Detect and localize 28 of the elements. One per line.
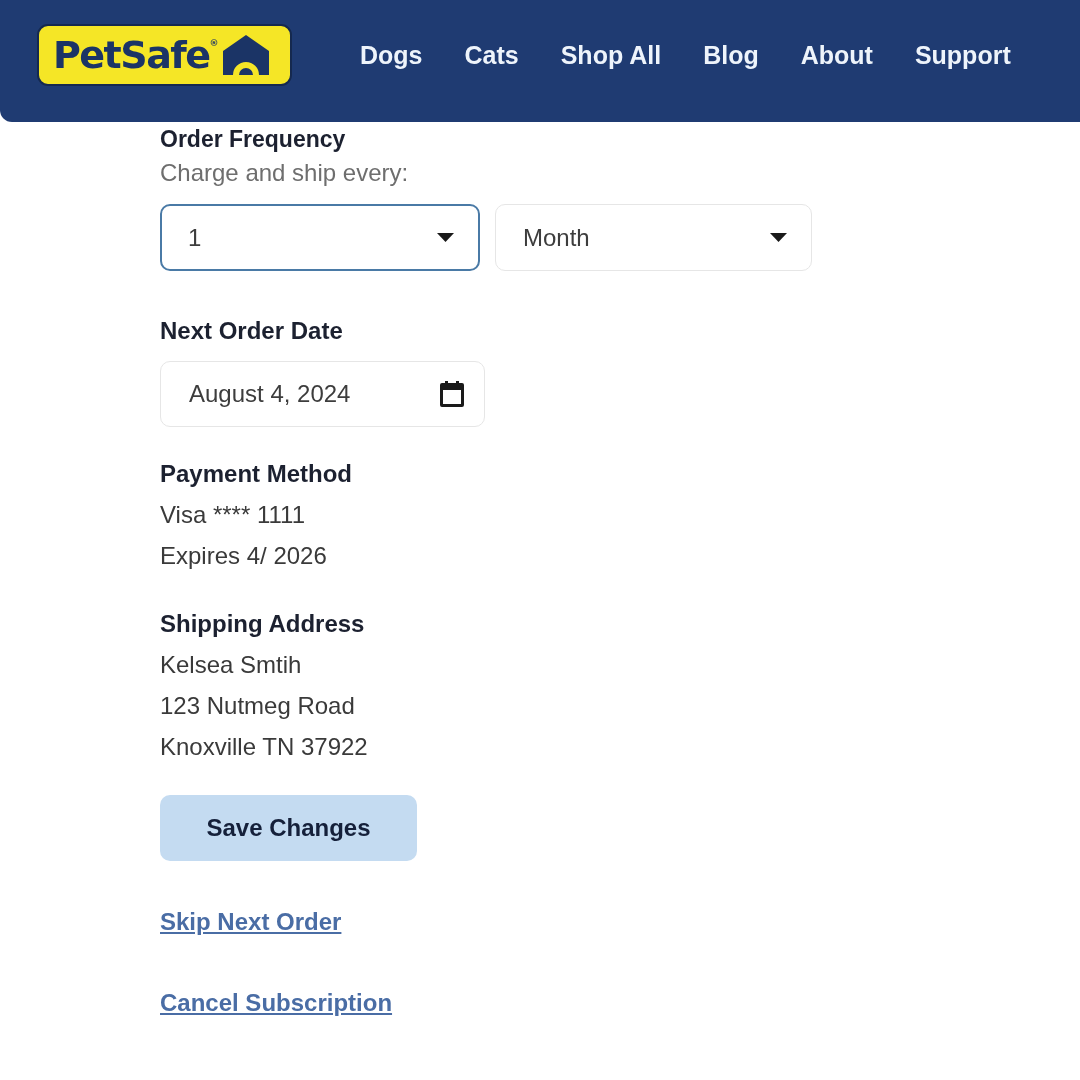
nav-link[interactable]: Blog bbox=[703, 40, 759, 70]
nav-link[interactable]: Dogs bbox=[360, 40, 423, 70]
dropdown[interactable]: 1 bbox=[160, 204, 480, 271]
house-icon bbox=[222, 35, 269, 75]
section-heading: Order Frequency bbox=[160, 126, 346, 152]
nav-link[interactable]: Shop All bbox=[560, 40, 662, 70]
text-link[interactable]: Skip Next Order bbox=[160, 907, 342, 937]
caret-icon bbox=[770, 233, 787, 242]
section-heading: Next Order Date bbox=[160, 316, 343, 346]
section-heading: Shipping Address bbox=[160, 609, 365, 639]
field-label: Charge and ship every: bbox=[160, 158, 409, 188]
calendar-icon[interactable] bbox=[440, 381, 464, 407]
caret-icon bbox=[437, 233, 454, 242]
nav-link[interactable]: About bbox=[800, 40, 873, 70]
address-line: Knoxville TN 37922 bbox=[160, 732, 368, 762]
text-link[interactable]: Cancel Subscription bbox=[160, 988, 393, 1018]
section-heading: Payment Method bbox=[160, 459, 353, 489]
dropdown[interactable]: Month bbox=[495, 204, 812, 271]
payment-detail-text: Visa **** 1111 bbox=[160, 500, 305, 530]
address-line: Kelsea Smtih bbox=[160, 650, 302, 680]
nav-link[interactable]: Cats bbox=[464, 40, 519, 70]
save-changes-button[interactable]: Save Changes bbox=[160, 795, 417, 861]
date-field[interactable]: August 4, 2024 bbox=[160, 361, 485, 427]
logo-text: PetSafe$^{®}$ bbox=[53, 36, 219, 74]
address-line: 123 Nutmeg Road bbox=[160, 691, 355, 721]
logo-badge[interactable]: PetSafe$^{®}$ bbox=[37, 24, 292, 86]
nav-link[interactable]: Support bbox=[914, 40, 1011, 70]
payment-detail-text: Expires 4/ 2026 bbox=[160, 541, 327, 571]
